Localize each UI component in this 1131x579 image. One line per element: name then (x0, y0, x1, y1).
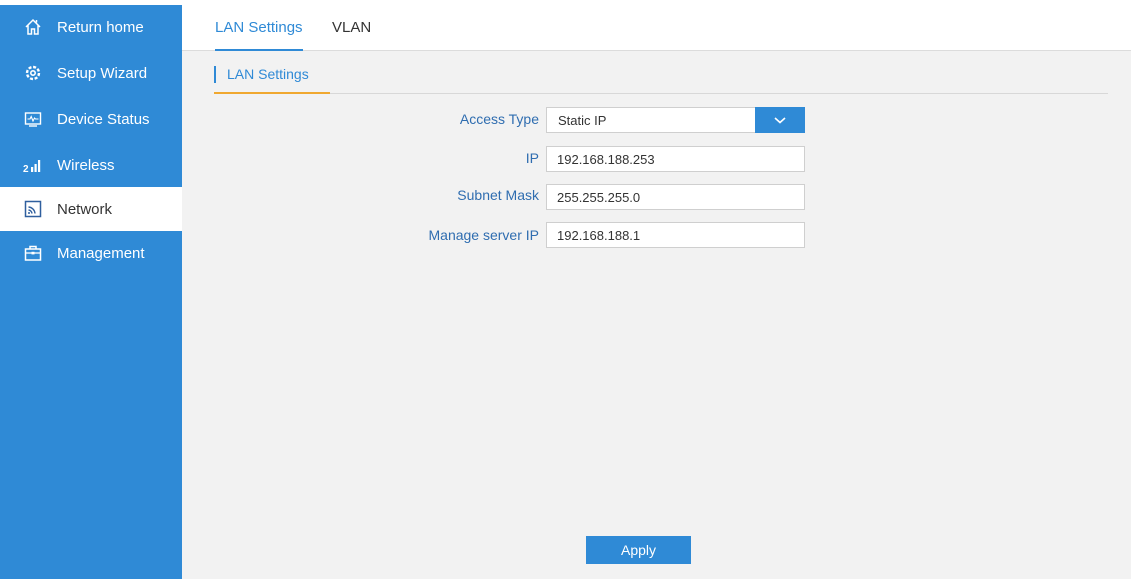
home-icon (23, 17, 43, 37)
section-title: LAN Settings (214, 66, 309, 93)
manage-server-ip-label: Manage server IP (428, 227, 540, 243)
tab-lan-settings[interactable]: LAN Settings (215, 19, 303, 51)
sidebar-item-label: Network (57, 200, 113, 218)
main-content: LAN Settings VLAN LAN Settings Access Ty… (182, 5, 1131, 579)
sidebar-item-label: Wireless (57, 156, 115, 174)
network-icon (23, 199, 43, 219)
section-divider (330, 93, 1108, 94)
sidebar-item-label: Device Status (57, 110, 150, 128)
access-type-value: Static IP (558, 113, 607, 128)
sidebar-item-label: Management (57, 244, 145, 262)
signal-icon: 2 (23, 155, 43, 175)
sidebar-item-setup-wizard[interactable]: Setup Wizard (0, 51, 182, 95)
sidebar-item-wireless[interactable]: 2 Wireless (0, 143, 182, 187)
chevron-down-icon (774, 117, 786, 124)
gear-icon (23, 63, 43, 83)
sidebar-item-network[interactable]: Network (0, 187, 182, 231)
subnet-mask-field[interactable] (546, 184, 805, 210)
ip-field[interactable] (546, 146, 805, 172)
tab-vlan[interactable]: VLAN (332, 19, 376, 51)
access-type-dropdown-button[interactable] (755, 107, 805, 133)
section-title-underline (214, 92, 330, 94)
sidebar-item-management[interactable]: Management (0, 231, 182, 275)
sidebar-item-device-status[interactable]: Device Status (0, 97, 182, 141)
sidebar-item-label: Return home (57, 18, 144, 36)
monitor-icon (23, 109, 43, 129)
subnet-mask-label: Subnet Mask (457, 187, 539, 203)
svg-text:2: 2 (23, 164, 29, 174)
ip-label: IP (525, 150, 539, 166)
sidebar-item-return-home[interactable]: Return home (0, 5, 182, 49)
toolbox-icon (23, 243, 43, 263)
apply-button[interactable]: Apply (586, 536, 691, 564)
sidebar-item-label: Setup Wizard (57, 64, 148, 82)
manage-server-ip-field[interactable] (546, 222, 805, 248)
access-type-select[interactable]: Static IP (546, 107, 805, 133)
sidebar: Return home Setup Wizard Device Status 2… (0, 5, 182, 579)
tab-bar: LAN Settings VLAN (182, 5, 1131, 51)
access-type-label: Access Type (459, 111, 539, 127)
